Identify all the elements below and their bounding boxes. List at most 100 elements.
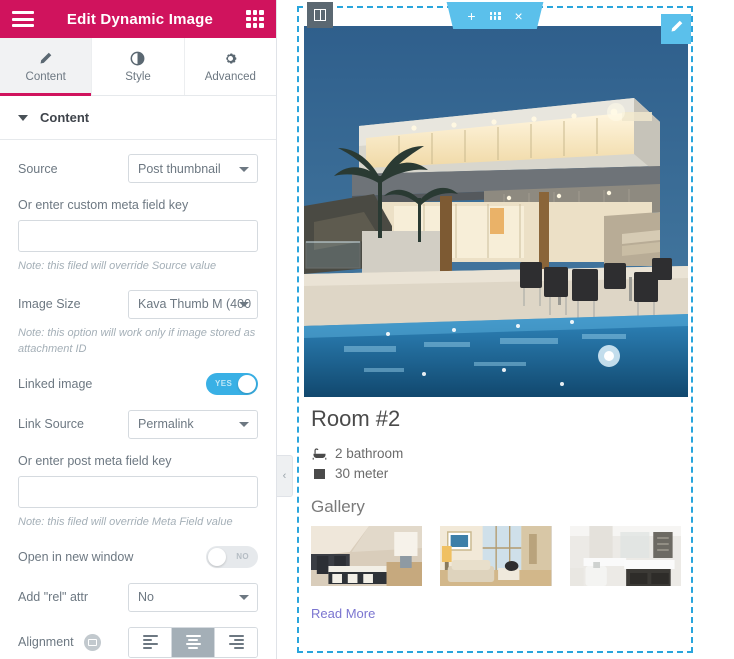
content-section-label: Content <box>40 110 90 125</box>
edit-section-button[interactable] <box>489 11 501 20</box>
linked-image-label: Linked image <box>18 376 93 391</box>
living-room-thumbnail <box>440 526 552 586</box>
chevron-down-icon <box>239 595 249 601</box>
image-size-select[interactable]: Kava Thumb M (400 <box>128 289 258 319</box>
tab-content[interactable]: Content <box>0 38 93 96</box>
chevron-down-icon <box>239 302 249 308</box>
link-source-select-value: Permalink <box>138 417 194 432</box>
rel-attr-select-value: No <box>138 590 154 605</box>
link-source-label: Link Source <box>18 417 85 432</box>
rel-attr-label: Add "rel" attr <box>18 590 89 605</box>
panel-body: Source Post thumbnail Or enter custom me… <box>0 140 276 659</box>
meta-area-text: 30 meter <box>335 466 389 481</box>
image-size-label: Image Size <box>18 297 81 312</box>
hamburger-menu-icon[interactable] <box>12 11 34 27</box>
chevron-left-icon: ‹ <box>282 470 287 482</box>
post-meta-key-input[interactable] <box>18 475 258 508</box>
preview-canvas: + × Room #2 2 bathroom 30 meter Gallery … <box>277 0 734 659</box>
hero-image[interactable] <box>304 26 688 397</box>
meta-bathroom: 2 bathroom <box>311 446 681 461</box>
gallery-thumb-bathroom[interactable] <box>569 526 681 586</box>
editor-panel: Edit Dynamic Image Content Style Advance… <box>0 0 277 659</box>
desktop-device-icon[interactable] <box>84 633 102 651</box>
section-toolbar: + × <box>446 2 544 29</box>
align-right-button[interactable] <box>215 627 257 657</box>
add-section-button[interactable]: + <box>467 9 475 23</box>
pencil-edit-icon <box>669 19 684 39</box>
tab-style[interactable]: Style <box>92 38 185 95</box>
source-label: Source <box>18 161 58 176</box>
custom-meta-key-note: Note: this filed will override Source va… <box>18 260 217 272</box>
elementor-editor: Edit Dynamic Image Content Style Advance… <box>0 0 734 659</box>
bathtub-icon <box>311 447 327 461</box>
gallery-thumbnails <box>311 526 681 586</box>
custom-meta-key-label: Or enter custom meta field key <box>18 198 189 212</box>
image-size-note: Note: this option will work only if imag… <box>18 326 256 355</box>
contrast-icon <box>130 51 145 66</box>
post-meta-key-note: Note: this filed will override Meta Fiel… <box>18 515 233 528</box>
align-center-button[interactable] <box>172 627 215 657</box>
control-image-size: Image Size Kava Thumb M (400 Note: this … <box>18 289 258 358</box>
custom-meta-key-input[interactable] <box>18 220 258 252</box>
control-link-source: Link Source Permalink <box>18 409 258 439</box>
gallery-title: Gallery <box>311 497 365 516</box>
gallery-thumb-bedroom[interactable] <box>311 526 423 586</box>
square-area-icon <box>311 467 327 481</box>
columns-handle-icon[interactable] <box>307 2 333 28</box>
open-new-window-label: Open in new window <box>18 549 134 564</box>
toggle-knob <box>208 547 226 566</box>
linked-image-toggle-state: YES <box>215 379 233 389</box>
chevron-down-icon <box>239 422 249 428</box>
tab-advanced-label: Advanced <box>204 70 256 83</box>
source-select[interactable]: Post thumbnail <box>128 154 258 183</box>
gear-icon <box>223 51 238 66</box>
pencil-icon <box>38 51 53 66</box>
align-center-icon <box>185 635 201 650</box>
rel-attr-select[interactable]: No <box>128 582 258 612</box>
elementor-section[interactable]: + × Room #2 2 bathroom 30 meter Gallery … <box>297 2 693 653</box>
bathroom-thumbnail <box>569 526 681 586</box>
chevron-down-icon <box>239 166 249 172</box>
bedroom-thumbnail <box>311 526 423 586</box>
alignment-label: Alignment <box>18 633 102 651</box>
tab-content-label: Content <box>25 70 66 83</box>
align-left-button[interactable] <box>129 627 172 657</box>
read-more-link[interactable]: Read More <box>311 606 375 621</box>
delete-section-button[interactable]: × <box>515 9 523 23</box>
meta-area: 30 meter <box>311 466 681 481</box>
image-size-select-value: Kava Thumb M (400 <box>138 297 252 312</box>
edit-widget-button[interactable] <box>661 14 691 44</box>
widgets-grid-icon[interactable] <box>246 10 264 28</box>
source-select-value: Post thumbnail <box>138 161 221 176</box>
panel-collapse-handle[interactable]: ‹ <box>277 455 293 497</box>
post-meta-key-label: Or enter post meta field key <box>18 453 172 468</box>
toggle-knob <box>238 374 256 393</box>
linked-image-toggle[interactable]: YES <box>206 372 258 395</box>
page-title: Edit Dynamic Image <box>66 10 214 28</box>
control-post-meta-key: Or enter post meta field key Note: this … <box>18 454 258 531</box>
tab-style-label: Style <box>125 70 151 83</box>
post-content: Room #2 2 bathroom 30 meter Gallery Read… <box>311 406 681 623</box>
control-custom-meta-key: Or enter custom meta field key Note: thi… <box>18 198 258 275</box>
house-at-dusk-illustration <box>304 26 688 397</box>
control-open-new-window: Open in new window NO <box>18 545 258 568</box>
align-left-icon <box>142 635 158 650</box>
open-new-window-toggle-state: NO <box>236 552 249 562</box>
alignment-label-text: Alignment <box>18 634 74 649</box>
control-linked-image: Linked image YES <box>18 372 258 395</box>
alignment-buttons <box>128 626 258 658</box>
gallery-thumb-living-room[interactable] <box>440 526 552 586</box>
meta-bathroom-text: 2 bathroom <box>335 446 404 461</box>
open-new-window-toggle[interactable]: NO <box>206 545 258 568</box>
link-source-select[interactable]: Permalink <box>128 409 258 439</box>
tab-advanced[interactable]: Advanced <box>184 38 276 95</box>
control-alignment: Alignment <box>18 626 258 658</box>
control-source: Source Post thumbnail <box>18 154 258 183</box>
content-section-header[interactable]: Content <box>0 96 276 140</box>
control-rel-attr: Add "rel" attr No <box>18 582 258 612</box>
align-right-icon <box>228 635 244 650</box>
post-title: Room #2 <box>311 406 401 431</box>
panel-tabs: Content Style Advanced <box>0 38 276 96</box>
panel-header: Edit Dynamic Image <box>0 0 276 38</box>
grid-dots-icon <box>489 11 501 20</box>
